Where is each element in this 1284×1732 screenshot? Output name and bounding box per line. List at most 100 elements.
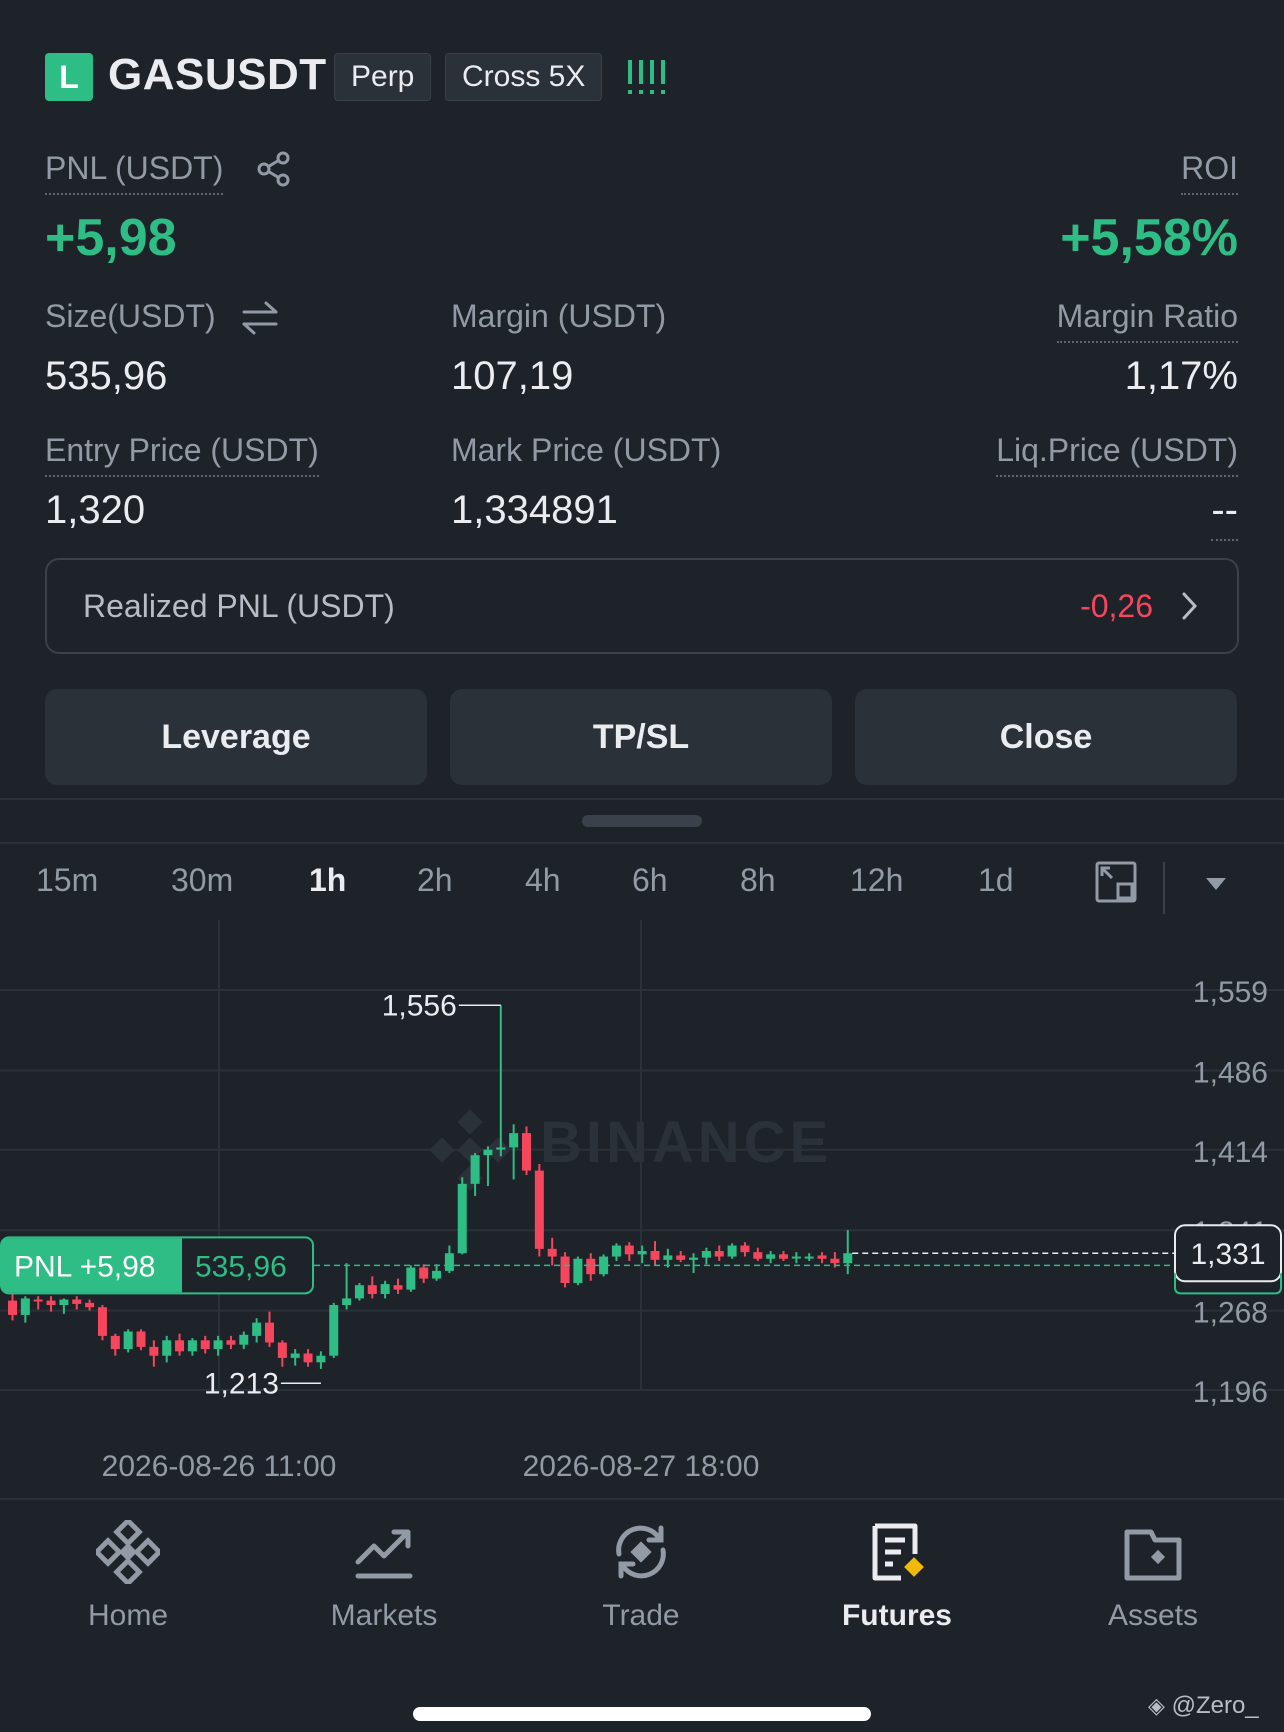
candle-body bbox=[547, 1248, 557, 1257]
pnl-label[interactable]: PNL (USDT) bbox=[45, 150, 224, 195]
chart-settings-icon[interactable] bbox=[1094, 860, 1138, 909]
binance-home-icon bbox=[93, 1517, 163, 1587]
timeframe-30m[interactable]: 30m bbox=[171, 862, 233, 899]
candle-body bbox=[701, 1251, 711, 1258]
timeframe-6h[interactable]: 6h bbox=[632, 862, 668, 899]
candle-body bbox=[20, 1298, 30, 1315]
candle-body bbox=[624, 1245, 634, 1255]
candle-body bbox=[650, 1251, 660, 1260]
liq-price-value: -- bbox=[1211, 488, 1238, 541]
candle-body bbox=[817, 1255, 827, 1259]
candle-body bbox=[175, 1340, 185, 1352]
size-label: Size(USDT) bbox=[45, 298, 216, 334]
margin-ratio-value: 1,17% bbox=[1124, 354, 1238, 398]
y-tick-label: 1,559 bbox=[1193, 976, 1268, 1009]
candle-body bbox=[406, 1267, 416, 1290]
nav-markets[interactable]: Markets bbox=[274, 1520, 494, 1633]
candle-body bbox=[727, 1245, 737, 1257]
timeframe-8h[interactable]: 8h bbox=[740, 862, 776, 899]
nav-trade[interactable]: Trade bbox=[531, 1520, 751, 1633]
nav-futures[interactable]: Futures bbox=[787, 1520, 1007, 1633]
candle-body bbox=[59, 1299, 69, 1306]
margin-ratio-label[interactable]: Margin Ratio bbox=[1056, 298, 1238, 343]
divider bbox=[0, 842, 1284, 844]
mark-price-value: 1,334891 bbox=[451, 488, 618, 532]
adl-indicator-icon[interactable] bbox=[626, 58, 668, 103]
candle-body bbox=[252, 1322, 262, 1336]
timeframe-12h[interactable]: 12h bbox=[850, 862, 903, 899]
timeframe-1d[interactable]: 1d bbox=[978, 862, 1014, 899]
candle-body bbox=[611, 1245, 621, 1257]
author-watermark: ◈ @Zero_ bbox=[1148, 1692, 1259, 1720]
binance-logo-icon bbox=[429, 1109, 511, 1191]
long-side-badge: L bbox=[45, 53, 93, 101]
roi-label[interactable]: ROI bbox=[1181, 150, 1238, 195]
candle-body bbox=[740, 1245, 750, 1253]
candle-body bbox=[85, 1302, 95, 1308]
candle-body bbox=[8, 1300, 17, 1315]
drag-handle[interactable] bbox=[582, 815, 702, 827]
candle-body bbox=[689, 1257, 699, 1260]
candle-body bbox=[33, 1299, 43, 1302]
y-tick-label: 1,414 bbox=[1193, 1136, 1268, 1169]
candle-body bbox=[123, 1331, 133, 1350]
entry-price-label[interactable]: Entry Price (USDT) bbox=[45, 432, 319, 477]
nav-trade-label: Trade bbox=[602, 1599, 680, 1632]
candle-body bbox=[342, 1298, 352, 1306]
candle-body bbox=[46, 1300, 56, 1306]
timeframe-1h[interactable]: 1h bbox=[309, 862, 346, 899]
futures-icon bbox=[872, 1523, 924, 1581]
timeframe-4h[interactable]: 4h bbox=[525, 862, 561, 899]
watermark-text: @Zero_ bbox=[1171, 1692, 1259, 1719]
home-indicator[interactable] bbox=[413, 1707, 871, 1721]
candle-body bbox=[483, 1149, 493, 1156]
candle-body bbox=[444, 1253, 454, 1271]
candle-body bbox=[239, 1334, 249, 1345]
share-icon[interactable] bbox=[256, 151, 292, 192]
candle-body bbox=[213, 1340, 223, 1350]
candle-body bbox=[676, 1255, 686, 1260]
timeframe-2h[interactable]: 2h bbox=[417, 862, 453, 899]
candle-body bbox=[97, 1307, 107, 1336]
candle-body bbox=[779, 1254, 788, 1259]
close-position-button[interactable]: Close bbox=[855, 689, 1237, 785]
candle-body bbox=[843, 1253, 853, 1264]
margin-mode-tag[interactable]: Cross 5X bbox=[445, 53, 603, 101]
symbol-title[interactable]: GASUSDT bbox=[108, 50, 327, 100]
candle-body bbox=[560, 1256, 570, 1283]
candle-body bbox=[149, 1346, 159, 1356]
margin-value: 107,19 bbox=[451, 354, 574, 398]
timeframe-15m[interactable]: 15m bbox=[36, 862, 98, 899]
entry-price-value: 1,320 bbox=[45, 488, 146, 532]
divider bbox=[0, 798, 1284, 800]
nav-futures-label: Futures bbox=[841, 1599, 952, 1632]
candle-body bbox=[187, 1340, 197, 1352]
candle-body bbox=[766, 1254, 776, 1259]
contract-type-tag: Perp bbox=[334, 53, 432, 101]
candle-body bbox=[200, 1340, 210, 1350]
liq-price-label[interactable]: Liq.Price (USDT) bbox=[996, 432, 1238, 477]
margin-label: Margin (USDT) bbox=[451, 298, 667, 334]
candlestick-chart[interactable]: BINANCE 1,5591,4861,4141,3411,2681,196 1… bbox=[0, 920, 1284, 1480]
candle-body bbox=[380, 1284, 390, 1295]
chevron-down-icon[interactable] bbox=[1204, 876, 1228, 897]
nav-assets[interactable]: Assets bbox=[1043, 1520, 1263, 1633]
candle-body bbox=[714, 1251, 724, 1257]
x-tick-label: 2026-08-27 18:00 bbox=[523, 1450, 760, 1480]
candle-body bbox=[753, 1252, 763, 1259]
swap-unit-icon[interactable] bbox=[240, 300, 280, 341]
low-price-label: 1,213 bbox=[204, 1367, 279, 1400]
candle-body bbox=[226, 1340, 236, 1345]
candle-body bbox=[496, 1147, 506, 1150]
leverage-button[interactable]: Leverage bbox=[45, 689, 427, 785]
y-tick-label: 1,268 bbox=[1193, 1297, 1268, 1330]
candle-body bbox=[663, 1255, 673, 1260]
candle-body bbox=[509, 1133, 519, 1148]
realized-pnl-row[interactable]: Realized PNL (USDT) -0,26 bbox=[45, 558, 1239, 654]
y-tick-label: 1,196 bbox=[1193, 1376, 1268, 1409]
candle-body bbox=[354, 1285, 364, 1299]
tpsl-button[interactable]: TP/SL bbox=[450, 689, 832, 785]
nav-home[interactable]: Home bbox=[18, 1517, 238, 1633]
high-price-label: 1,556 bbox=[382, 989, 457, 1022]
candle-body bbox=[457, 1183, 467, 1254]
